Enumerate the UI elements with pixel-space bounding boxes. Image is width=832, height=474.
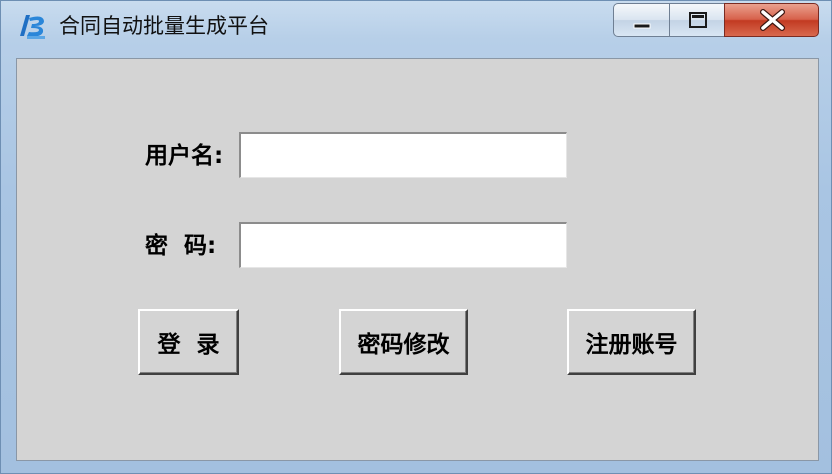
register-account-button[interactable]: 注册账号 — [567, 309, 696, 375]
username-label: 用户名: — [145, 143, 224, 169]
username-input[interactable] — [239, 132, 567, 178]
maximize-button[interactable] — [669, 3, 725, 37]
password-label: 密 码: — [145, 233, 217, 259]
login-button[interactable]: 登 录 — [138, 309, 239, 375]
app-logo-icon — [17, 12, 49, 40]
close-button[interactable] — [724, 3, 819, 37]
window-title: 合同自动批量生成平台 — [59, 14, 269, 38]
title-bar[interactable]: 合同自动批量生成平台 — [1, 1, 831, 51]
app-window: 合同自动批量生成平台 用户名: 密 码: 登 录 密码修改 注册账号 — [0, 0, 832, 474]
change-password-button[interactable]: 密码修改 — [339, 309, 468, 375]
password-input[interactable] — [239, 222, 567, 268]
form-panel: 用户名: 密 码: 登 录 密码修改 注册账号 — [16, 58, 819, 461]
minimize-button[interactable] — [613, 3, 670, 37]
